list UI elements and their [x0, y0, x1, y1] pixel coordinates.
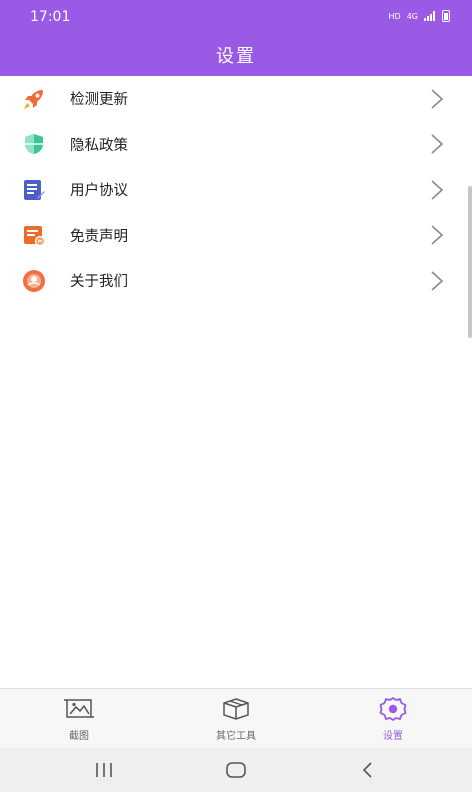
menu-item-label: 检测更新: [70, 92, 128, 109]
status-icons: HD 4G: [389, 10, 450, 22]
tab-other-tools[interactable]: 其它工具: [196, 697, 276, 742]
tab-label: 截图: [69, 731, 89, 742]
status-time: 17:01: [30, 9, 71, 25]
status-bar: 17:01 HD 4G: [0, 0, 472, 34]
back-icon[interactable]: [356, 760, 380, 780]
settings-menu: 检测更新 隐私政策 用户协议 免责声明 关于我们: [0, 76, 472, 304]
tab-label: 设置: [383, 731, 403, 742]
rocket-icon: [22, 87, 46, 111]
about-icon: [22, 269, 46, 293]
menu-item-privacy-policy[interactable]: 隐私政策: [0, 122, 472, 168]
tab-screenshot[interactable]: 截图: [39, 697, 119, 742]
chevron-right-icon: [431, 134, 444, 154]
menu-item-label: 隐私政策: [70, 137, 128, 154]
network-indicator: 4G: [406, 11, 418, 21]
app-header: 17:01 HD 4G 设置: [0, 0, 472, 76]
hd-indicator: HD: [388, 11, 401, 21]
document-icon: [22, 178, 46, 202]
menu-item-about-us[interactable]: 关于我们: [0, 258, 472, 304]
recent-apps-icon[interactable]: [92, 760, 116, 780]
tab-label: 其它工具: [216, 731, 256, 742]
signal-icon: [424, 11, 436, 21]
menu-item-label: 关于我们: [70, 274, 128, 291]
box-icon: [223, 698, 249, 720]
tab-settings[interactable]: 设置: [353, 697, 433, 742]
system-nav-bar: [0, 748, 472, 792]
chevron-right-icon: [431, 225, 444, 245]
menu-item-label: 免责声明: [70, 228, 128, 245]
scrollbar[interactable]: [468, 186, 472, 338]
page-title: 设置: [216, 46, 256, 67]
menu-item-label: 用户协议: [70, 183, 128, 200]
gear-icon: [379, 697, 407, 721]
chevron-right-icon: [431, 89, 444, 109]
battery-icon: [442, 10, 450, 22]
notice-icon: [22, 223, 46, 247]
chevron-right-icon: [431, 180, 444, 200]
chevron-right-icon: [431, 271, 444, 291]
image-icon: [64, 699, 94, 718]
menu-item-user-agreement[interactable]: 用户协议: [0, 167, 472, 213]
shield-icon: [22, 132, 46, 156]
menu-item-disclaimer[interactable]: 免责声明: [0, 213, 472, 259]
bottom-tab-bar: 截图 其它工具 设置: [0, 688, 472, 748]
menu-item-check-update[interactable]: 检测更新: [0, 76, 472, 122]
home-icon[interactable]: [224, 760, 248, 780]
